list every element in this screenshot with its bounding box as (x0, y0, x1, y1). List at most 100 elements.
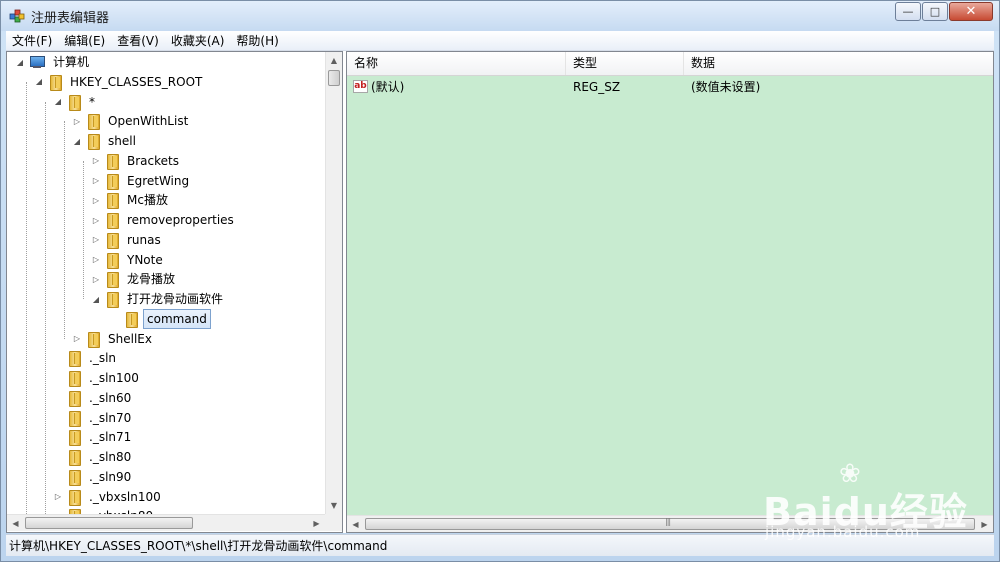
no-expander (53, 413, 63, 423)
tree-guide-line (45, 101, 46, 514)
tree-item-label: YNote (127, 252, 163, 267)
scroll-left-arrow-icon[interactable]: ◀ (347, 516, 364, 532)
tree-item-label: 龙骨播放 (127, 272, 176, 287)
registry-tree[interactable]: ◢ 计算机 ◢ HKEY_CLASSES_ROOT ◢ * ▷ OpenWithList ◢ sh… (7, 52, 325, 514)
tree-item-label: OpenWithList (108, 114, 189, 129)
scroll-left-arrow-icon[interactable]: ◀ (7, 515, 24, 531)
menu-view[interactable]: 查看(V) (111, 32, 165, 50)
window-title: 注册表编辑器 (31, 11, 110, 26)
tree-item-label: 打开龙骨动画软件 (127, 292, 224, 306)
column-data-header[interactable]: 数据 (684, 52, 993, 75)
collapsed-arrow-icon[interactable]: ▷ (72, 116, 82, 126)
tree-item-label: ._sln71 (89, 430, 132, 445)
close-button[interactable]: ✕ (949, 2, 993, 21)
tree-item-label: ._vbxsln80 (86, 507, 156, 514)
folder-icon (105, 292, 119, 308)
menu-file[interactable]: 文件(F) (6, 32, 58, 50)
tree-item-label: ._sln60 (89, 390, 132, 405)
tree-item[interactable]: ._sln60 (53, 388, 134, 408)
menu-help[interactable]: 帮助(H) (230, 32, 284, 50)
tree-item[interactable]: ▷ OpenWithList (72, 111, 191, 131)
expanded-arrow-icon[interactable]: ◢ (34, 77, 44, 87)
tree-item[interactable]: ◢ HKEY_CLASSES_ROOT (34, 72, 205, 92)
folder-icon (48, 74, 62, 91)
values-column-header: 名称 类型 数据 (347, 52, 993, 76)
tree-item-label: 计算机 (53, 55, 90, 69)
tree-item-label: ._sln70 (89, 410, 132, 425)
expanded-arrow-icon[interactable]: ◢ (15, 57, 25, 67)
tree-item-label-selected: command (143, 308, 211, 329)
tree-item[interactable]: ▷ ._vbxsln100 (53, 487, 164, 507)
tree-horizontal-scroll-thumb[interactable] (25, 517, 193, 529)
expanded-arrow-icon[interactable]: ◢ (91, 294, 101, 304)
tree-guide-line (64, 121, 65, 339)
tree-horizontal-scrollbar[interactable]: ◀ ▶ (7, 514, 325, 531)
folder-icon (86, 331, 100, 348)
tree-item[interactable]: ._sln90 (53, 467, 134, 487)
tree-item[interactable]: ▷ EgretWing (91, 171, 192, 191)
collapsed-arrow-icon[interactable]: ▷ (91, 274, 101, 284)
folder-icon (105, 153, 119, 170)
collapsed-arrow-icon[interactable]: ▷ (91, 176, 101, 186)
title-bar[interactable]: 注册表编辑器 — □ ✕ (1, 1, 999, 31)
collapsed-arrow-icon[interactable]: ▷ (53, 492, 63, 502)
tree-item[interactable]: ◢ 计算机 (15, 52, 92, 72)
collapsed-arrow-icon[interactable]: ▷ (72, 334, 82, 344)
tree-item[interactable]: ▷ 龙骨播放 (91, 269, 178, 289)
tree-item[interactable]: command (110, 308, 211, 329)
tree-item[interactable]: ▷ removeproperties (91, 210, 237, 230)
folder-icon (105, 213, 119, 229)
expanded-arrow-icon[interactable]: ◢ (72, 136, 82, 146)
tree-item[interactable]: ._sln100 (53, 368, 142, 388)
scroll-down-arrow-icon[interactable]: ▼ (326, 497, 342, 514)
collapsed-arrow-icon[interactable]: ▷ (91, 156, 101, 166)
menu-edit[interactable]: 编辑(E) (58, 32, 111, 50)
tree-item[interactable]: ◢ shell (72, 131, 139, 151)
column-type-header[interactable]: 类型 (566, 52, 684, 75)
folder-icon (86, 134, 100, 150)
scroll-right-arrow-icon[interactable]: ▶ (308, 515, 325, 531)
value-row-default[interactable]: ab (默认) REG_SZ (数值未设置) (347, 77, 993, 97)
tree-vertical-scrollbar[interactable]: ▲ ▼ (325, 52, 342, 514)
caption-buttons: — □ ✕ (894, 2, 993, 21)
tree-item-label: ShellEx (108, 331, 152, 346)
collapsed-arrow-icon[interactable]: ▷ (91, 255, 101, 265)
maximize-button[interactable]: □ (922, 2, 948, 21)
tree-item[interactable]: ._sln70 (53, 408, 134, 428)
menu-bar: 文件(F) 编辑(E) 查看(V) 收藏夹(A) 帮助(H) (6, 31, 994, 51)
column-name-header[interactable]: 名称 (347, 52, 566, 75)
tree-item[interactable]: ◢ * (53, 92, 98, 112)
tree-item[interactable]: ._sln71 (53, 427, 134, 447)
collapsed-arrow-icon[interactable]: ▷ (91, 215, 101, 225)
folder-icon (67, 469, 81, 486)
tree-item[interactable]: ▷ runas (91, 230, 164, 250)
collapsed-arrow-icon[interactable]: ▷ (91, 195, 101, 205)
tree-item-label: ._sln80 (89, 450, 132, 464)
folder-icon (124, 311, 138, 328)
collapsed-arrow-icon[interactable]: ▷ (91, 235, 101, 245)
tree-item[interactable]: ▷ Mc播放 (91, 190, 171, 210)
tree-item[interactable]: ._sln (53, 348, 119, 368)
menu-favorites[interactable]: 收藏夹(A) (165, 32, 231, 50)
tree-item-label: ._vbxsln100 (89, 489, 161, 504)
minimize-button[interactable]: — (895, 2, 921, 21)
tree-item[interactable]: ._vbxsln80 (53, 506, 156, 514)
tree-item-label: HKEY_CLASSES_ROOT (70, 74, 203, 89)
no-expander (53, 353, 63, 363)
scroll-up-arrow-icon[interactable]: ▲ (326, 52, 342, 69)
scroll-grip-icon: ||| (665, 517, 671, 526)
expanded-arrow-icon[interactable]: ◢ (53, 97, 63, 107)
baidu-jingyan-watermark: ❀ Baidu经验 jingyan.baidu.com (761, 459, 996, 549)
tree-item[interactable]: ▷ ShellEx (72, 329, 155, 349)
tree-item-label: ._sln90 (89, 469, 132, 484)
tree-vertical-scroll-thumb[interactable] (328, 70, 340, 86)
tree-item[interactable]: ▷ YNote (91, 250, 166, 270)
folder-icon (67, 489, 81, 506)
tree-item[interactable]: ◢ 打开龙骨动画软件 (91, 289, 226, 309)
tree-item-label: ._sln (89, 351, 117, 366)
maximize-icon: □ (929, 5, 941, 18)
tree-item[interactable]: ._sln80 (53, 447, 134, 467)
no-expander (53, 432, 63, 442)
tree-item[interactable]: ▷ Brackets (91, 151, 182, 171)
registry-tree-pane[interactable]: ◢ 计算机 ◢ HKEY_CLASSES_ROOT ◢ * ▷ OpenWithList ◢ sh… (6, 51, 343, 533)
